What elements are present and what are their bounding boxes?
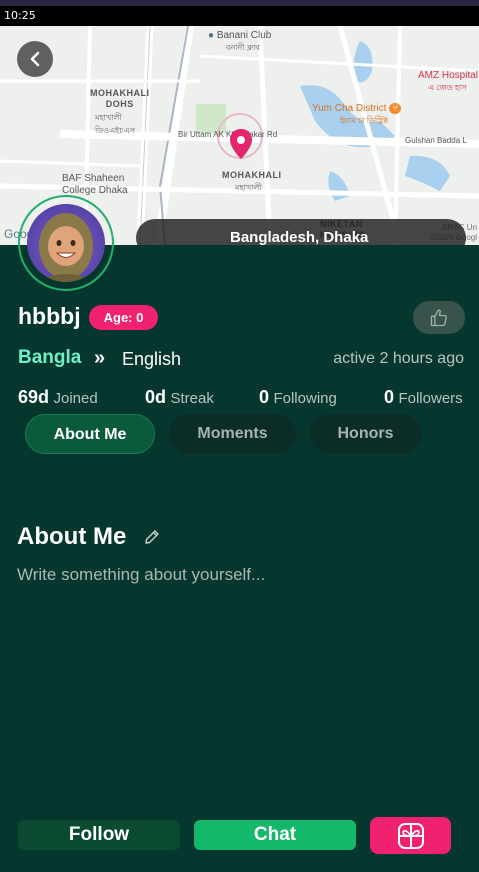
status-time: 10:25 [4, 9, 36, 22]
tab-honors[interactable]: Honors [310, 414, 421, 454]
stat-joined: 69d Joined [18, 387, 98, 407]
stat-followers[interactable]: 0 Followers [384, 387, 463, 408]
chat-button[interactable]: Chat [194, 820, 356, 850]
stat-following[interactable]: 0 Following [259, 387, 337, 408]
location-pin-icon [230, 129, 252, 159]
stat-streak: 0d Streak [145, 387, 214, 407]
username: hbbbj [18, 303, 81, 329]
map-poi-amz-hospital[interactable]: AMZ Hospital [418, 70, 478, 81]
location-text: Bangladesh, Dhaka [230, 229, 369, 245]
back-button[interactable] [17, 41, 53, 77]
map-road-gulshan-badda: Gulshan Badda L [405, 136, 467, 145]
map-poi-banani-club[interactable]: ● Banani Club [208, 30, 271, 41]
thumbs-up-icon [430, 309, 447, 326]
memoji-avatar-icon [37, 213, 95, 282]
native-language: Bangla [18, 347, 82, 368]
map-label-mohakhali-dohs: MOHAKHALI DOHS [90, 88, 150, 109]
map-road-bir-uttam: Bir Uttam AK Khandakar Rd [178, 130, 278, 139]
avatar-ring[interactable] [18, 195, 114, 291]
last-active: active 2 hours ago [333, 350, 464, 367]
age-badge: Age: 0 [89, 305, 158, 330]
location-pill: Bangladesh, Dhaka [136, 219, 466, 245]
tab-about-me[interactable]: About Me [25, 414, 155, 454]
map-label-mohakhali-dohs-bn: মহাখালী ডিওএইচএস [95, 113, 136, 135]
map-poi-yum-cha[interactable]: Yum Cha District ⑂ [312, 103, 402, 114]
map-poi-amz-hospital-bn: এ জেড হাস [428, 83, 467, 92]
pencil-icon[interactable] [143, 528, 161, 546]
chevron-left-icon [30, 51, 40, 67]
map-poi-baf-shaheen[interactable]: BAF Shaheen College Dhaka [62, 173, 128, 197]
gift-icon [397, 822, 424, 849]
about-me-title: About Me [17, 523, 127, 550]
map-poi-banani-club-bn: বনানী ক্লাব [226, 43, 260, 52]
avatar [27, 204, 105, 282]
tab-moments[interactable]: Moments [169, 414, 296, 454]
language-arrow-icon: » [94, 347, 105, 369]
learning-language: English [122, 349, 182, 369]
map-poi-yum-cha-bn: ইয়াম চা ডিস্ট্রিক্ট [340, 116, 389, 125]
gift-button[interactable] [370, 817, 451, 854]
like-button[interactable] [413, 301, 465, 334]
map-label-mohakhali: MOHAKHALI [222, 170, 282, 180]
follow-button[interactable]: Follow [18, 820, 180, 850]
about-me-placeholder[interactable]: Write something about yourself... [17, 565, 265, 585]
status-bar: 10:25 [0, 6, 479, 26]
map-label-mohakhali-bn: মহাখালী [235, 183, 262, 192]
